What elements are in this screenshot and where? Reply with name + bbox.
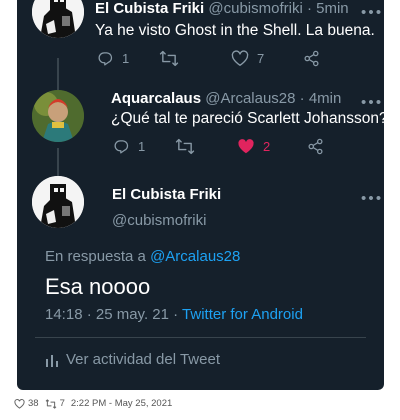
share-icon bbox=[308, 138, 323, 155]
heart-icon bbox=[14, 398, 25, 409]
tweet-activity-button[interactable]: Ver actividad del Tweet bbox=[45, 351, 220, 368]
reply-to-link[interactable]: @Arcalaus28 bbox=[150, 248, 240, 265]
like-button[interactable]: 2 bbox=[237, 138, 307, 155]
reply-count: 1 bbox=[138, 139, 146, 154]
thread-tweet[interactable]: El Cubista Friki @cubismofriki · 5min • … bbox=[17, 0, 384, 85]
avatar[interactable] bbox=[32, 90, 84, 142]
reply-button[interactable]: 1 bbox=[113, 138, 175, 155]
retweet-icon bbox=[175, 138, 195, 155]
tweet-source-link[interactable]: Twitter for Android bbox=[182, 306, 303, 323]
activity-label: Ver actividad del Tweet bbox=[66, 351, 220, 368]
reply-prefix: En respuesta a bbox=[45, 248, 146, 265]
tweet-header: El Cubista Friki @cubismofriki · 5min bbox=[95, 0, 349, 17]
tweet-actions: 1 2 bbox=[113, 138, 324, 155]
retweet-button[interactable] bbox=[159, 50, 231, 67]
tweet-datetime[interactable]: 14:18 · 25 may. 21 · bbox=[45, 306, 178, 323]
author-name[interactable]: El Cubista Friki bbox=[112, 186, 221, 203]
retweet-icon bbox=[45, 398, 56, 409]
more-icon[interactable]: • • • bbox=[361, 4, 381, 21]
author-handle[interactable]: @cubismofriki bbox=[208, 0, 302, 17]
author-handle[interactable]: @Arcalaus28 bbox=[205, 90, 295, 107]
tweet-timestamp: 14:18 · 25 may. 21 · Twitter for Android bbox=[45, 306, 303, 323]
tweet-text: Esa noooo bbox=[45, 274, 151, 299]
avatar[interactable] bbox=[32, 176, 84, 228]
divider bbox=[35, 337, 366, 338]
like-button[interactable]: 7 bbox=[231, 50, 303, 67]
retweet-button[interactable] bbox=[175, 138, 237, 155]
avatar[interactable] bbox=[32, 0, 84, 38]
tweet-text: Ya he visto Ghost in the Shell. La buena… bbox=[95, 22, 375, 39]
tweet-header: Aquarcalaus @Arcalaus28 · 4min bbox=[111, 90, 342, 107]
retweet-icon bbox=[159, 50, 179, 67]
reply-icon bbox=[98, 52, 113, 66]
tweet-time[interactable]: 4min bbox=[309, 90, 342, 107]
reply-context: En respuesta a @Arcalaus28 bbox=[45, 248, 240, 265]
embed-footer: 38 7 2:22 PM - May 25, 2021 bbox=[14, 398, 172, 409]
reply-count: 1 bbox=[122, 51, 130, 66]
tweet-actions: 1 7 bbox=[97, 50, 320, 67]
footer-datetime[interactable]: 2:22 PM - May 25, 2021 bbox=[71, 398, 172, 409]
tweet-text: ¿Qué tal te pareció Scarlett Johansson? bbox=[111, 110, 384, 127]
reply-icon bbox=[114, 140, 129, 154]
tweet-thread-card: El Cubista Friki @cubismofriki · 5min • … bbox=[17, 0, 384, 390]
share-button[interactable] bbox=[307, 138, 324, 155]
footer-like-count: 38 bbox=[28, 398, 39, 409]
footer-retweet-count: 7 bbox=[59, 398, 65, 409]
reply-button[interactable]: 1 bbox=[97, 50, 159, 67]
analytics-icon bbox=[46, 354, 58, 367]
heart-filled-icon bbox=[238, 139, 254, 154]
thread-tweet[interactable]: Aquarcalaus @Arcalaus28 · 4min • • • ¿Qu… bbox=[17, 86, 384, 174]
author-handle[interactable]: @cubismofriki bbox=[112, 212, 206, 229]
heart-icon bbox=[231, 50, 249, 66]
share-button[interactable] bbox=[303, 50, 320, 67]
tweet-time[interactable]: 5min bbox=[316, 0, 349, 17]
more-icon[interactable]: • • • bbox=[361, 94, 381, 111]
author-name[interactable]: Aquarcalaus bbox=[111, 90, 201, 107]
like-count: 2 bbox=[263, 139, 271, 154]
author-name[interactable]: El Cubista Friki bbox=[95, 0, 204, 17]
more-icon[interactable]: • • • bbox=[361, 190, 381, 207]
like-count: 7 bbox=[257, 51, 265, 66]
share-icon bbox=[304, 50, 319, 67]
